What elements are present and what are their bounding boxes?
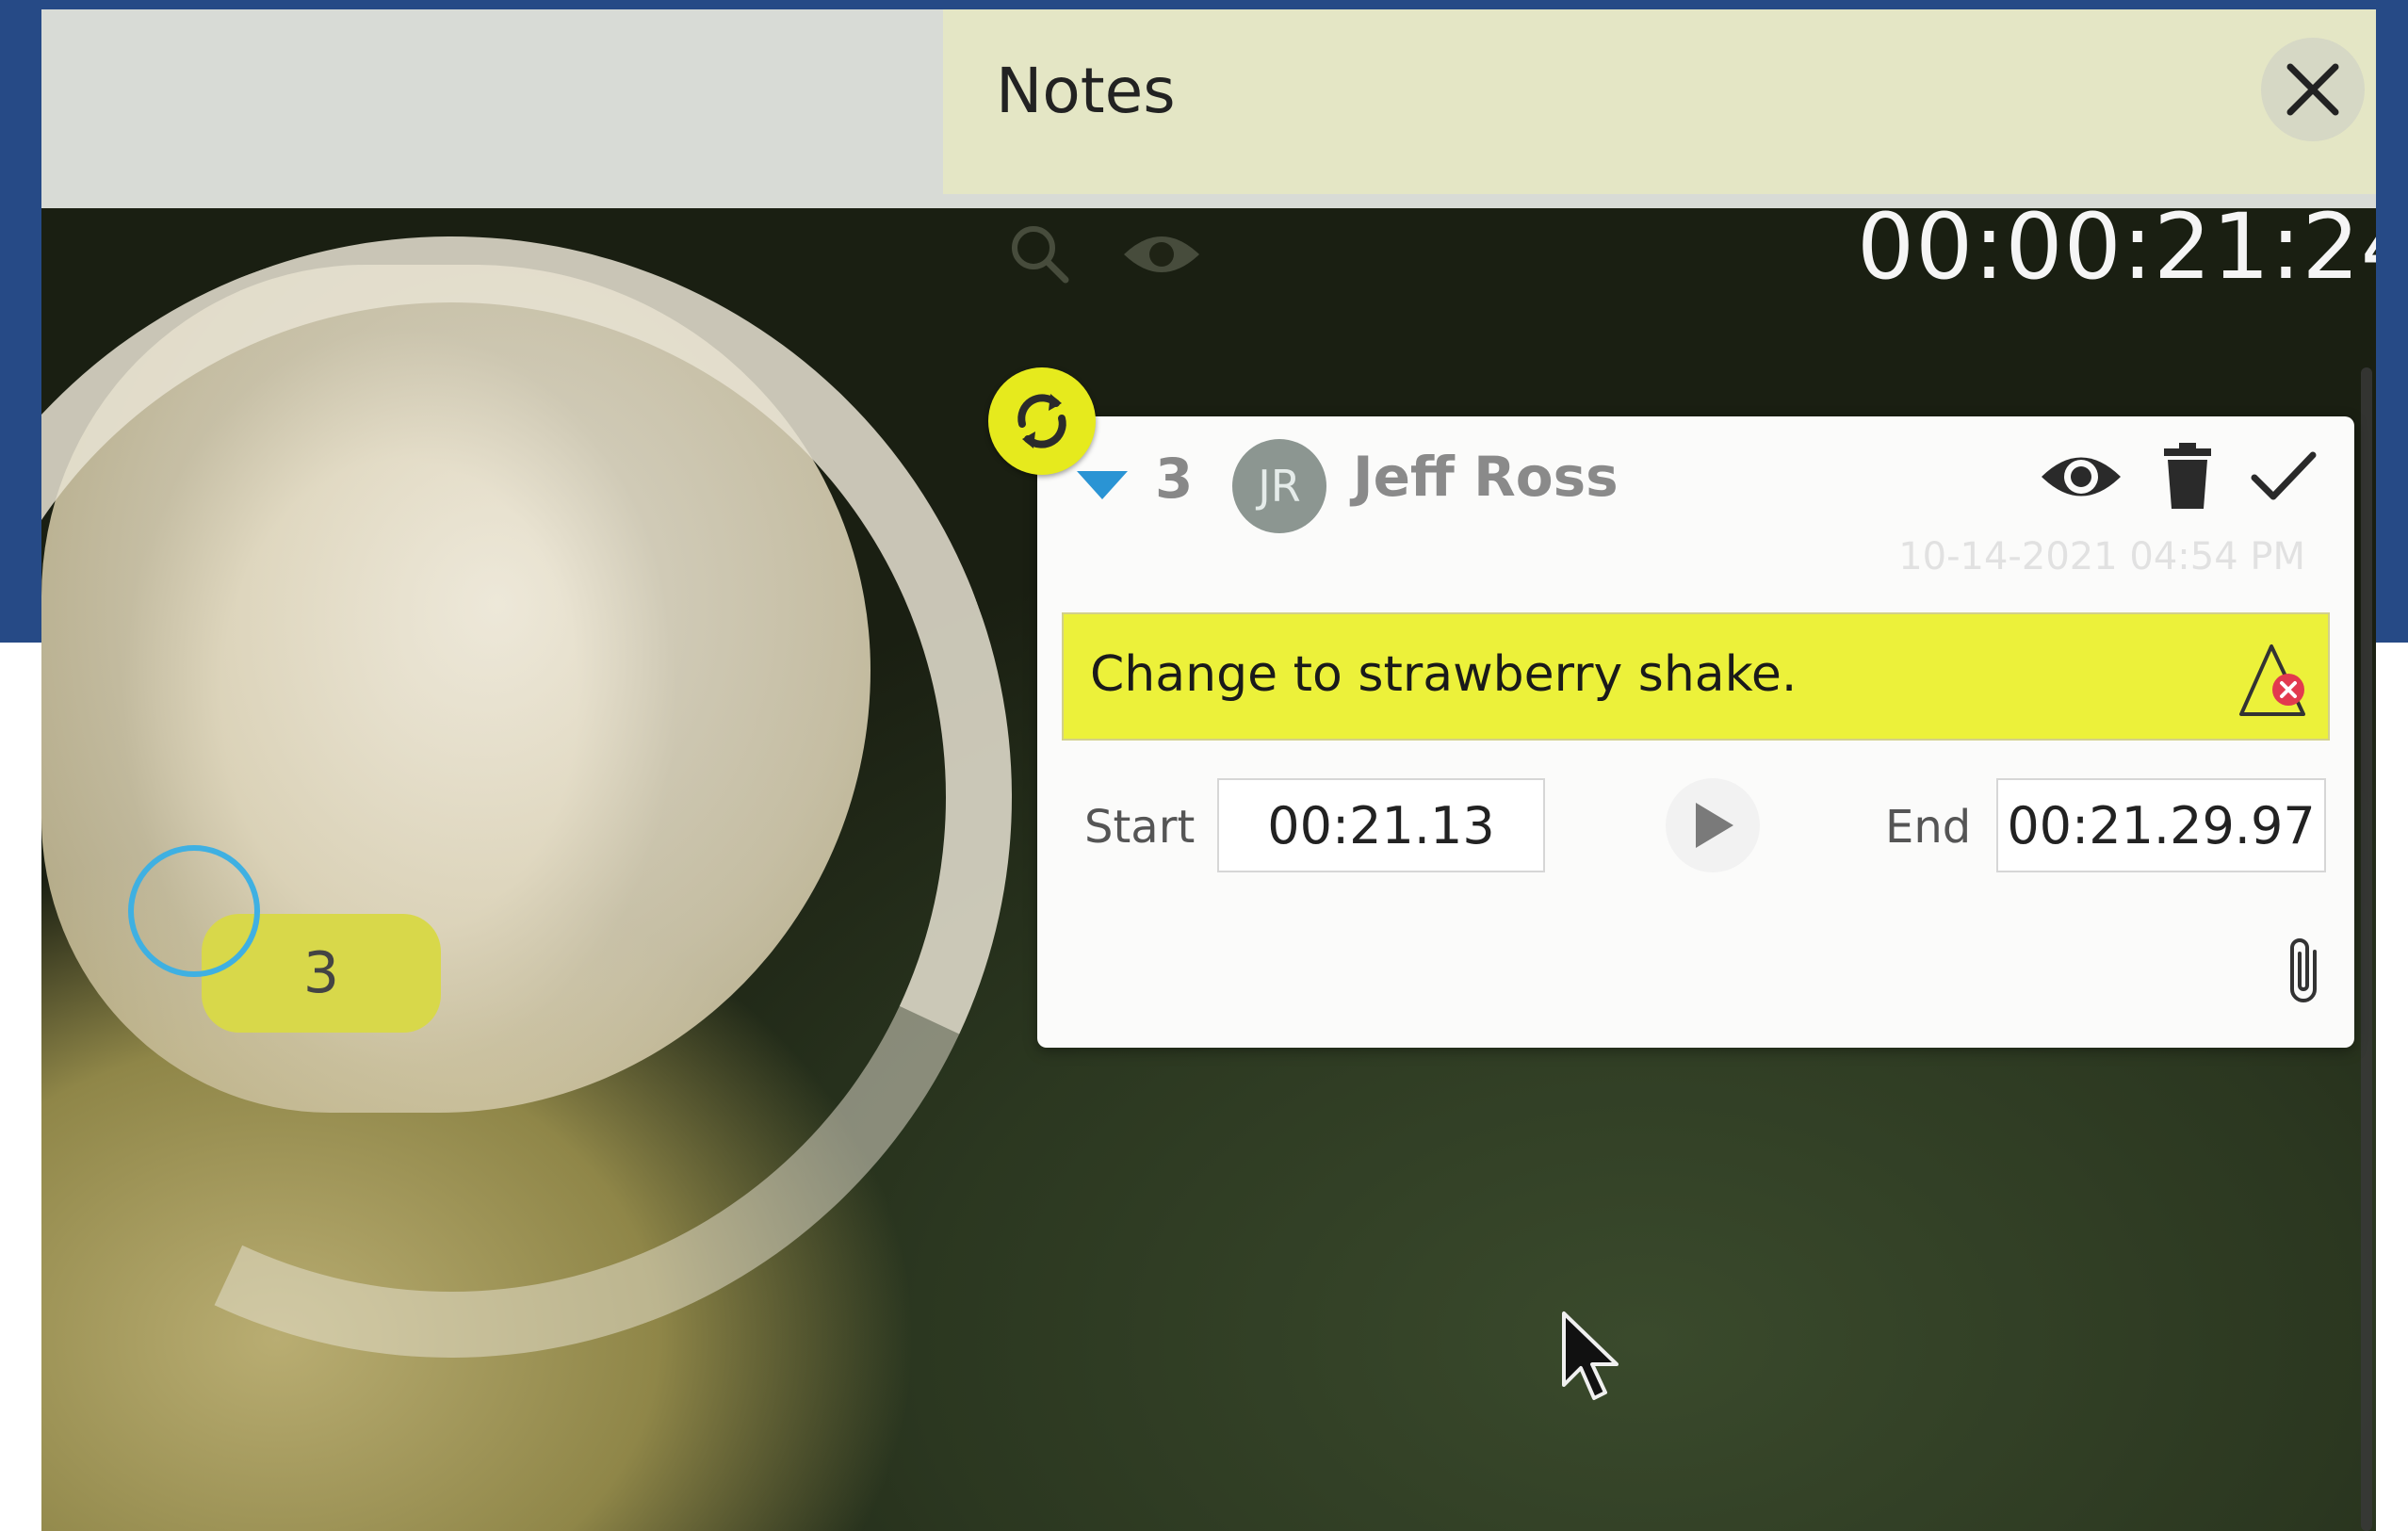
note-author: Jeff Ross [1353, 445, 1619, 509]
note-card[interactable]: 3 JR Jeff Ross 10-14-2021 04:54 PM Chang… [1037, 416, 2354, 1048]
panel-title: Notes [996, 55, 1176, 127]
trash-icon [2164, 443, 2211, 509]
play-button[interactable] [1666, 778, 1760, 872]
close-icon [2286, 63, 2339, 116]
toggle-visibility-button[interactable] [2038, 448, 2124, 506]
close-button[interactable] [2261, 38, 2365, 141]
caret-down-icon[interactable] [1077, 471, 1128, 499]
paperclip-icon[interactable] [2283, 935, 2326, 1012]
timecode-display: 00:00:21:24 [1857, 194, 2376, 300]
resolve-note-button[interactable] [2251, 449, 2317, 504]
note-timestamp: 10-14-2021 04:54 PM [1898, 535, 2305, 578]
note-number: 3 [1155, 447, 1194, 511]
time-range-row: Start 00:21.13 End 00:21.29.97 [1037, 778, 2354, 872]
app-window: Notes 00:00:21:24 3 JR Jeff Ross 10-14-2… [41, 9, 2376, 1531]
sync-button[interactable] [988, 367, 1096, 475]
start-time-field[interactable]: 00:21.13 [1217, 778, 1545, 872]
note-actions [2038, 443, 2317, 511]
end-label: End [1885, 801, 1972, 854]
notes-panel-header: Notes [943, 9, 2376, 194]
video-content-highlight [41, 78, 1170, 1516]
note-card-header: 3 JR Jeff Ross 10-14-2021 04:54 PM [1037, 416, 2354, 605]
sync-icon [1017, 394, 1066, 448]
note-comment[interactable]: Change to strawberry shake. [1062, 612, 2330, 741]
delete-note-button[interactable] [2160, 443, 2215, 511]
warning-icon[interactable] [2237, 641, 2317, 724]
notes-scrollbar[interactable] [2361, 367, 2372, 1531]
eye-icon[interactable] [1120, 226, 1203, 286]
panel-toolbar [1007, 221, 1203, 291]
avatar: JR [1232, 439, 1326, 533]
eye-icon [2042, 457, 2121, 497]
end-time-field[interactable]: 00:21.29.97 [1996, 778, 2326, 872]
note-comment-text: Change to strawberry shake. [1090, 646, 1798, 703]
annotation-marker-ring[interactable] [128, 845, 260, 977]
play-icon [1696, 803, 1733, 848]
cursor-arrow-icon [1558, 1310, 1624, 1408]
start-label: Start [1084, 801, 1196, 854]
checkmark-icon [2251, 451, 2317, 500]
search-icon[interactable] [1007, 221, 1073, 291]
